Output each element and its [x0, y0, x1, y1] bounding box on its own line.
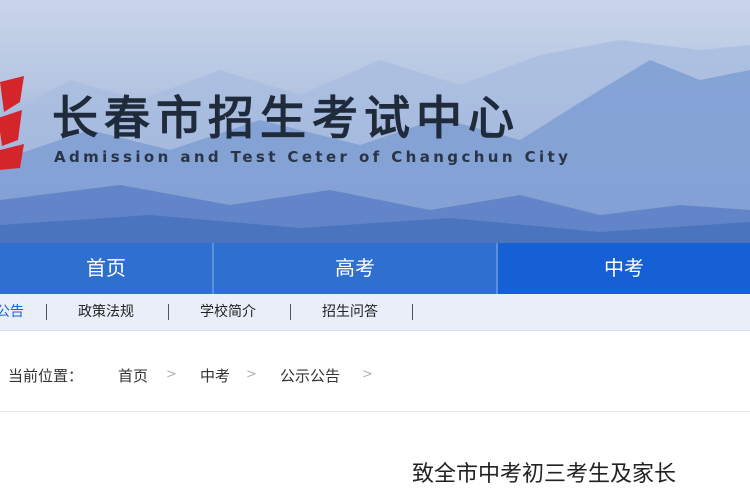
- subnav-separator: [412, 304, 413, 320]
- ccks-logo-icon: [0, 76, 24, 170]
- breadcrumb-zhongkao[interactable]: 中考: [200, 365, 230, 386]
- subnav-separator: [168, 304, 169, 320]
- subnav-item-qa[interactable]: 招生问答: [322, 294, 378, 330]
- subnav-item-notice[interactable]: 公告: [0, 294, 24, 330]
- site-subtitle: Admission and Test Ceter of Changchun Ci…: [54, 148, 572, 166]
- site-banner: 长春市招生考试中心 Admission and Test Ceter of Ch…: [0, 0, 750, 243]
- subnav-item-policy[interactable]: 政策法规: [78, 294, 134, 330]
- subnav-item-schools[interactable]: 学校简介: [200, 294, 256, 330]
- nav-tab-home[interactable]: 首页: [0, 243, 212, 294]
- site-title: 长春市招生考试中心: [52, 91, 520, 145]
- subnav-separator: [46, 304, 47, 320]
- breadcrumb-separator: >: [166, 367, 177, 382]
- nav-tab-zhongkao[interactable]: 中考: [498, 243, 750, 294]
- breadcrumb-separator: >: [246, 367, 257, 382]
- main-nav: 首页 高考 中考: [0, 243, 750, 294]
- nav-tab-gaokao[interactable]: 高考: [214, 243, 496, 294]
- breadcrumb-home[interactable]: 首页: [118, 365, 148, 386]
- breadcrumb: 当前位置： 首页 > 中考 > 公示公告 >: [0, 331, 750, 412]
- breadcrumb-separator: >: [362, 367, 373, 382]
- subnav-separator: [290, 304, 291, 320]
- breadcrumb-label: 当前位置：: [8, 367, 84, 385]
- article-title: 致全市中考初三考生及家长: [412, 462, 677, 487]
- breadcrumb-notices[interactable]: 公示公告: [280, 365, 340, 386]
- sub-nav: 公告 政策法规 学校简介 招生问答: [0, 294, 750, 331]
